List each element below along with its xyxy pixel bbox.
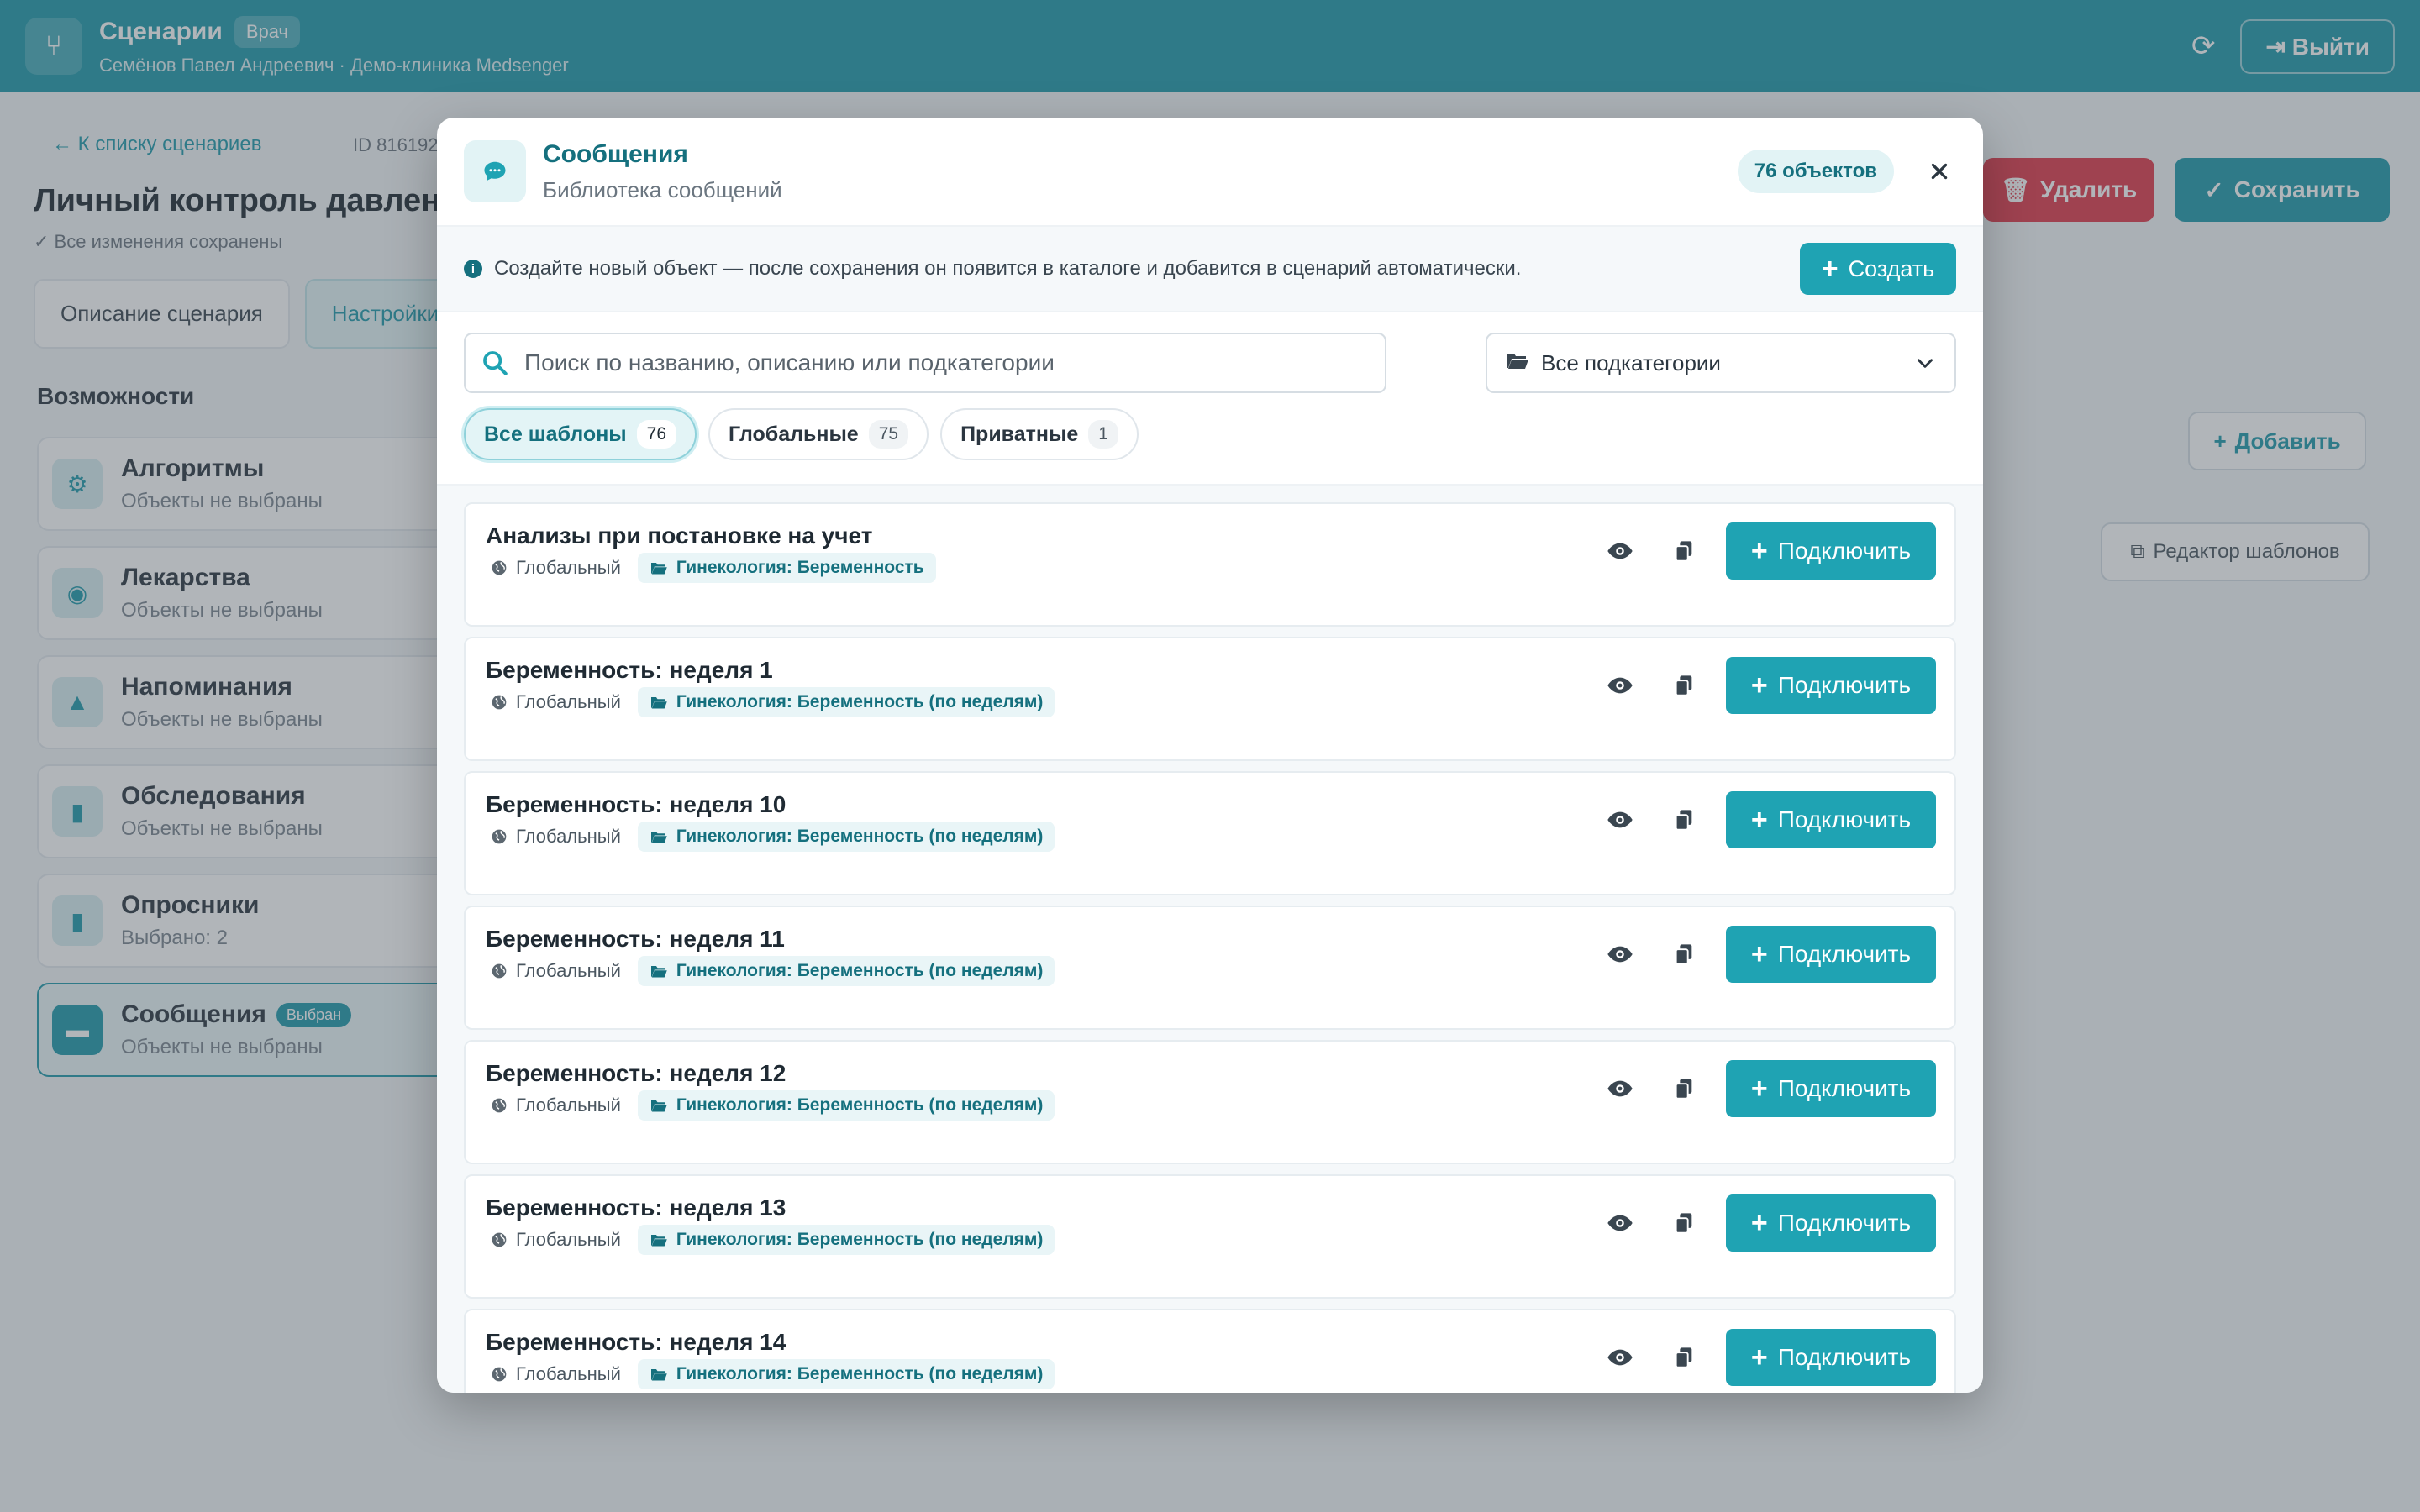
tab-all-templates[interactable]: Все шаблоны 76	[464, 408, 697, 460]
copy-icon[interactable]	[1665, 801, 1702, 838]
connect-button[interactable]: + Подключить	[1726, 522, 1936, 580]
plus-icon: +	[1750, 1073, 1768, 1105]
item-title: Беременность: неделя 13	[486, 1194, 786, 1221]
tab-count: 1	[1088, 420, 1118, 449]
modal-header: Сообщения Библиотека сообщений 76 объект…	[437, 118, 1983, 225]
category-tag: Гинекология: Беременность (по неделям)	[637, 687, 1055, 717]
copy-icon[interactable]	[1665, 1205, 1702, 1242]
list-item: Беременность: неделя 12 Глобальный Гинек…	[464, 1040, 1956, 1164]
preview-eye-icon[interactable]	[1602, 801, 1639, 838]
plus-icon: +	[1750, 1207, 1768, 1239]
info-icon: i	[464, 260, 482, 278]
globe-icon	[492, 963, 507, 979]
category-tag: Гинекология: Беременность (по неделям)	[637, 956, 1055, 986]
folder-open-icon	[650, 1369, 667, 1381]
preview-eye-icon[interactable]	[1602, 1205, 1639, 1242]
search-field	[464, 333, 1386, 393]
tab-count: 75	[868, 420, 909, 449]
preview-eye-icon[interactable]	[1602, 667, 1639, 704]
globe-icon	[492, 829, 507, 844]
connect-button[interactable]: + Подключить	[1726, 1329, 1936, 1386]
item-title: Беременность: неделя 14	[486, 1329, 786, 1355]
modal-title: Сообщения	[543, 139, 688, 168]
plus-icon: +	[1750, 804, 1768, 836]
preview-eye-icon[interactable]	[1602, 936, 1639, 973]
list-item: Беременность: неделя 10 Глобальный Гинек…	[464, 771, 1956, 895]
scope-tag: Глобальный	[486, 1360, 626, 1389]
scope-tag: Глобальный	[486, 688, 626, 717]
connect-button[interactable]: + Подключить	[1726, 1060, 1936, 1117]
folder-open-icon	[650, 1235, 667, 1247]
chevron-down-icon	[1918, 359, 1933, 368]
item-title: Беременность: неделя 1	[486, 657, 773, 683]
template-filter-tabs: Все шаблоны 76 Глобальные 75 Приватные 1	[464, 408, 1139, 460]
plus-icon: +	[1750, 1341, 1768, 1373]
close-icon[interactable]	[1923, 155, 1956, 188]
list-item: Анализы при постановке на учет Глобальны…	[464, 502, 1956, 627]
category-tag: Гинекология: Беременность (по неделям)	[637, 1359, 1055, 1389]
preview-eye-icon[interactable]	[1602, 533, 1639, 570]
category-tag: Гинекология: Беременность (по неделям)	[637, 822, 1055, 852]
folder-open-icon	[650, 697, 667, 709]
folder-open-icon	[650, 1100, 667, 1112]
chat-icon	[464, 140, 526, 202]
tab-global[interactable]: Глобальные 75	[708, 408, 929, 460]
plus-icon: +	[1750, 535, 1768, 567]
create-info-bar: i Создайте новый объект — после сохранен…	[437, 225, 1983, 312]
plus-icon: +	[1821, 253, 1839, 285]
list-item: Беременность: неделя 13 Глобальный Гинек…	[464, 1174, 1956, 1299]
subcategory-select[interactable]: Все подкатегории	[1486, 333, 1956, 393]
create-button[interactable]: + Создать	[1800, 243, 1956, 295]
connect-button[interactable]: + Подключить	[1726, 926, 1936, 983]
folder-open-icon	[650, 832, 667, 843]
copy-icon[interactable]	[1665, 1070, 1702, 1107]
subcategory-value: Все подкатегории	[1541, 349, 1721, 375]
globe-icon	[492, 560, 507, 575]
tab-count: 76	[636, 420, 677, 449]
plus-icon: +	[1750, 938, 1768, 970]
search-icon	[483, 351, 508, 375]
preview-eye-icon[interactable]	[1602, 1070, 1639, 1107]
search-input[interactable]	[524, 349, 1365, 376]
plus-icon: +	[1750, 669, 1768, 701]
item-title: Беременность: неделя 12	[486, 1060, 786, 1086]
create-info-text: Создайте новый объект — после сохранения…	[494, 257, 1522, 280]
folder-open-icon	[1506, 350, 1529, 376]
category-tag: Гинекология: Беременность	[637, 553, 936, 583]
globe-icon	[492, 1098, 507, 1113]
copy-icon[interactable]	[1665, 667, 1702, 704]
list-item: Беременность: неделя 11 Глобальный Гинек…	[464, 906, 1956, 1030]
scope-tag: Глобальный	[486, 1226, 626, 1254]
scope-tag: Глобальный	[486, 1091, 626, 1120]
scope-tag: Глобальный	[486, 822, 626, 851]
item-title: Беременность: неделя 10	[486, 791, 786, 817]
folder-open-icon	[650, 966, 667, 978]
copy-icon[interactable]	[1665, 1339, 1702, 1376]
tab-private[interactable]: Приватные 1	[940, 408, 1139, 460]
item-title: Анализы при постановке на учет	[486, 522, 873, 549]
globe-icon	[492, 1367, 507, 1382]
copy-icon[interactable]	[1665, 936, 1702, 973]
folder-open-icon	[650, 563, 667, 575]
copy-icon[interactable]	[1665, 533, 1702, 570]
connect-button[interactable]: + Подключить	[1726, 1194, 1936, 1252]
globe-icon	[492, 1232, 507, 1247]
item-title: Беременность: неделя 11	[486, 926, 785, 952]
scope-tag: Глобальный	[486, 554, 626, 582]
modal-subtitle: Библиотека сообщений	[543, 176, 782, 202]
templates-list[interactable]: Анализы при постановке на учет Глобальны…	[437, 484, 1983, 1393]
scope-tag: Глобальный	[486, 957, 626, 985]
category-tag: Гинекология: Беременность (по неделям)	[637, 1090, 1055, 1121]
messages-library-modal: Сообщения Библиотека сообщений 76 объект…	[437, 118, 1983, 1393]
list-item: Беременность: неделя 14 Глобальный Гинек…	[464, 1309, 1956, 1393]
preview-eye-icon[interactable]	[1602, 1339, 1639, 1376]
list-item: Беременность: неделя 1 Глобальный Гинеко…	[464, 637, 1956, 761]
objects-count-badge: 76 объектов	[1737, 150, 1894, 193]
connect-button[interactable]: + Подключить	[1726, 791, 1936, 848]
globe-icon	[492, 695, 507, 710]
category-tag: Гинекология: Беременность (по неделям)	[637, 1225, 1055, 1255]
connect-button[interactable]: + Подключить	[1726, 657, 1936, 714]
